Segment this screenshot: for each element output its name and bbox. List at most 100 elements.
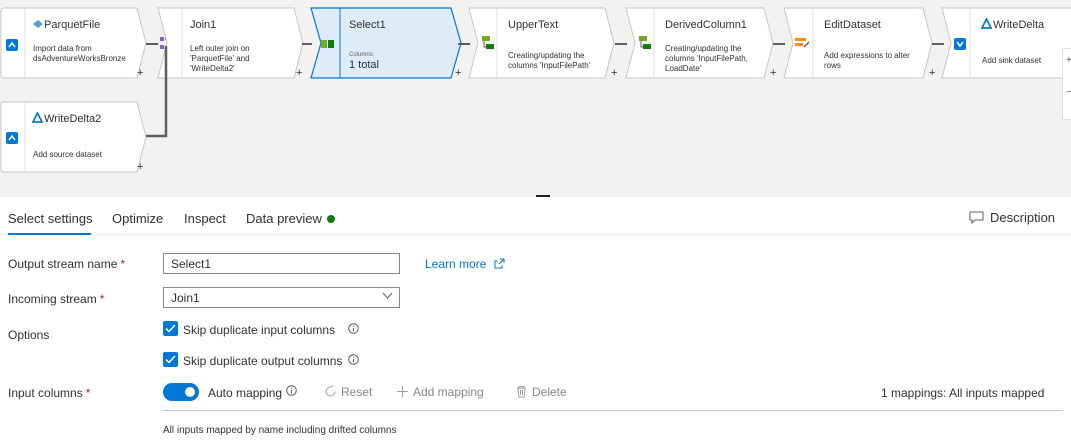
node-shape: [0, 7, 147, 79]
tab-inspect[interactable]: Inspect: [184, 211, 226, 226]
alter-row-icon: [795, 38, 810, 48]
zoom-controls[interactable]: + −: [1062, 48, 1071, 120]
node-title: EditDataset: [824, 19, 881, 31]
mapping-note: All inputs mapped by name including drif…: [163, 425, 397, 436]
node-title: ParquetFile: [44, 19, 101, 31]
derived-column-icon: [639, 36, 651, 49]
description-label: Description: [990, 210, 1056, 225]
node-uppertext[interactable]: UpperText Creating/updating the columns …: [468, 7, 618, 79]
node-description: Left outer join on 'ParquetFile' and 'Wr…: [190, 44, 250, 73]
info-icon[interactable]: [348, 323, 359, 334]
skip-duplicate-output-checkbox[interactable]: [163, 352, 178, 367]
node-description: Add source dataset: [33, 150, 102, 159]
add-step-button[interactable]: +: [137, 162, 143, 173]
add-step-button[interactable]: +: [455, 68, 461, 79]
node-title: Join1: [190, 19, 217, 31]
learn-more-text: Learn more: [425, 257, 487, 271]
node-description: Creating/updating the columns 'InputFile…: [508, 51, 591, 70]
skip-duplicate-input-label: Skip duplicate input columns: [183, 323, 336, 337]
active-tab-indicator: [8, 233, 91, 235]
required-mark: *: [99, 292, 105, 306]
node-writedelta[interactable]: WriteDelta Add sink dataset: [941, 7, 1071, 79]
description-button[interactable]: Description: [969, 209, 1055, 227]
node-parquetfile[interactable]: ParquetFile Import data from dsAdventure…: [0, 7, 150, 79]
node-description: Add expressions to alter rows: [824, 51, 910, 70]
output-stream-name-input[interactable]: [163, 253, 400, 274]
node-title: Select1: [349, 19, 386, 31]
info-icon[interactable]: [286, 385, 297, 396]
add-step-button[interactable]: +: [929, 68, 935, 79]
node-description: Add sink dataset: [982, 56, 1042, 65]
node-title: WriteDelta: [993, 19, 1045, 31]
node-join1[interactable]: Join1 Left outer join on 'ParquetFile' a…: [157, 7, 307, 79]
skip-duplicate-input-checkbox[interactable]: [163, 321, 178, 336]
node-title: WriteDelta2: [44, 113, 102, 125]
checkmark-icon: [165, 355, 176, 364]
sink-icon: [954, 38, 966, 50]
info-icon[interactable]: [348, 354, 359, 365]
tab-optimize[interactable]: Optimize: [112, 211, 163, 226]
select-icon: [321, 40, 334, 48]
node-description: 1 total: [349, 59, 379, 71]
checkmark-icon: [165, 324, 176, 333]
zoom-in-icon[interactable]: +: [1066, 55, 1071, 66]
tab-data-preview[interactable]: Data preview: [246, 211, 322, 226]
tab-divider: [0, 234, 1071, 235]
node-description: Creating/updating the columns 'InputFile…: [665, 44, 748, 73]
node-description-label: Columns:: [349, 52, 375, 58]
reset-button[interactable]: Reset: [324, 385, 372, 399]
external-link-icon: [494, 258, 505, 269]
panel-splitter[interactable]: [536, 195, 550, 197]
incoming-stream-label-text: Incoming stream: [8, 292, 97, 306]
flow-connector: [146, 46, 168, 138]
auto-mapping-toggle[interactable]: [163, 383, 199, 401]
output-stream-label-text: Output stream name: [8, 257, 118, 271]
add-mapping-label: Add mapping: [413, 385, 484, 399]
options-label: Options: [8, 328, 50, 342]
node-title: DerivedColumn1: [665, 19, 747, 31]
node-description: Import data from dsAdventureWorksBronze: [33, 44, 126, 63]
delete-label: Delete: [532, 385, 567, 399]
input-columns-label-text: Input columns: [8, 386, 83, 400]
node-title: UpperText: [508, 19, 559, 31]
toggle-knob: [185, 387, 195, 397]
input-columns-label: Input columns *: [8, 386, 90, 400]
delta-icon: [32, 112, 43, 123]
chevron-down-icon: [382, 292, 393, 299]
delete-button[interactable]: Delete: [515, 385, 567, 399]
source-icon: [6, 132, 18, 144]
skip-duplicate-output-label: Skip duplicate output columns: [183, 354, 343, 368]
parquet-icon: [33, 20, 43, 28]
auto-mapping-label: Auto mapping: [208, 386, 283, 400]
mappings-status: 1 mappings: All inputs mapped: [881, 386, 1045, 400]
node-editdataset[interactable]: EditDataset Add expressions to alter row…: [783, 7, 938, 79]
delete-icon: [517, 386, 526, 398]
node-shape: [0, 101, 147, 173]
data-flow-canvas[interactable]: ParquetFile Import data from dsAdventure…: [0, 0, 1071, 197]
add-step-button[interactable]: +: [296, 68, 302, 79]
reset-icon: [325, 385, 336, 397]
learn-more-link[interactable]: Learn more: [425, 257, 505, 271]
mapping-divider: [163, 410, 1063, 411]
node-derivedcolumn1[interactable]: DerivedColumn1 Creating/updating the col…: [625, 7, 780, 79]
add-mapping-button[interactable]: Add mapping: [396, 385, 484, 399]
reset-label: Reset: [341, 385, 373, 399]
add-icon: [397, 386, 408, 397]
output-stream-label: Output stream name *: [8, 257, 125, 271]
required-mark: *: [120, 257, 126, 271]
delta-icon: [981, 18, 992, 29]
zoom-out-icon[interactable]: −: [1066, 87, 1071, 98]
incoming-stream-label: Incoming stream *: [8, 292, 104, 306]
required-mark: *: [85, 386, 91, 400]
incoming-stream-dropdown[interactable]: Join1: [163, 287, 400, 308]
add-step-button[interactable]: +: [611, 68, 617, 79]
node-writedelta2[interactable]: WriteDelta2 Add source dataset +: [0, 101, 150, 173]
comment-icon: [969, 211, 984, 225]
node-select1[interactable]: Select1 Columns: 1 total +: [310, 7, 465, 79]
derived-column-icon: [482, 36, 494, 49]
data-preview-status-dot: [327, 215, 335, 223]
incoming-stream-value: Join1: [171, 291, 200, 305]
tab-select-settings[interactable]: Select settings: [8, 211, 93, 226]
source-icon: [6, 39, 18, 51]
add-step-button[interactable]: +: [770, 68, 776, 79]
